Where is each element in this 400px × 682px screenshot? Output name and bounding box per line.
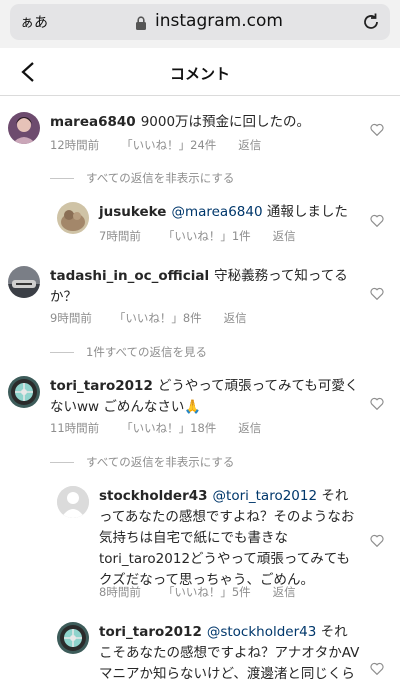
toggle-replies-label: すべての返信を非表示にする: [86, 455, 235, 469]
browser-bar: ぁあ instagram.com: [0, 0, 400, 48]
reply-time: 7時間前: [99, 229, 141, 243]
page-title: コメント: [169, 65, 230, 83]
reply-username[interactable]: stockholder43: [99, 488, 208, 504]
comment-username[interactable]: marea6840: [50, 114, 136, 130]
like-heart-icon[interactable]: [370, 395, 384, 414]
avatar[interactable]: [57, 202, 89, 234]
like-heart-icon[interactable]: [370, 285, 384, 304]
reload-icon[interactable]: [360, 11, 382, 37]
comment-likes[interactable]: 「いいね！」24件: [121, 137, 216, 153]
reply-meta: 8時間前 「いいね！」5件 返信: [99, 584, 296, 600]
reply-text: stockholder43 @tori_taro2012 それってあなたの感想です…: [99, 486, 361, 591]
toggle-replies[interactable]: すべての返信を非表示にする: [50, 454, 234, 470]
text-size-button[interactable]: ぁあ: [20, 12, 48, 32]
toggle-replies[interactable]: すべての返信を非表示にする: [50, 170, 234, 186]
comment-username[interactable]: tadashi_in_oc_official: [50, 268, 209, 284]
toggle-divider: [50, 351, 74, 353]
avatar[interactable]: [8, 376, 40, 408]
comment-likes[interactable]: 「いいね！」8件: [114, 310, 202, 326]
reply-button[interactable]: 返信: [273, 584, 296, 600]
like-heart-icon[interactable]: [370, 660, 384, 679]
like-heart-icon[interactable]: [370, 121, 384, 140]
toggle-divider: [50, 461, 74, 463]
toggle-divider: [50, 177, 74, 179]
comment-text: marea6840 9000万は預金に回したの。: [50, 112, 360, 133]
comments-header: コメント: [0, 48, 400, 96]
reply-mention[interactable]: @tori_taro2012: [213, 488, 318, 504]
comment-body: 9000万は預金に回したの。: [140, 114, 311, 130]
comment-meta: 9時間前 「いいね！」8件 返信: [50, 310, 247, 326]
like-heart-icon[interactable]: [370, 212, 384, 231]
reply-button[interactable]: 返信: [238, 137, 261, 153]
reply-text: jusukeke @marea6840 通報しました: [99, 202, 361, 223]
reply-mention[interactable]: @marea6840: [171, 204, 262, 220]
avatar[interactable]: [8, 112, 40, 144]
reply-button[interactable]: 返信: [273, 228, 296, 244]
comment-meta: 12時間前 「いいね！」24件 返信: [50, 137, 261, 153]
comment-time: 12時間前: [50, 138, 100, 152]
avatar[interactable]: [8, 266, 40, 298]
reply-username[interactable]: jusukeke: [99, 204, 166, 220]
comment-meta: 11時間前 「いいね！」18件 返信: [50, 420, 261, 436]
reply-time: 8時間前: [99, 585, 141, 599]
address-bar[interactable]: ぁあ instagram.com: [10, 4, 390, 40]
reply-body: 通報しました: [262, 204, 348, 220]
reply-likes[interactable]: 「いいね！」5件: [163, 584, 251, 600]
comment-username[interactable]: tori_taro2012: [50, 378, 153, 394]
default-avatar-icon[interactable]: [57, 486, 89, 518]
reply-meta: 7時間前 「いいね！」1件 返信: [99, 228, 296, 244]
lock-icon: [135, 15, 147, 34]
comment-likes[interactable]: 「いいね！」18件: [121, 420, 216, 436]
reply-likes[interactable]: 「いいね！」1件: [163, 228, 251, 244]
comment-text: tadashi_in_oc_official 守秘義務って知ってるか？: [50, 266, 365, 308]
comment-text: tori_taro2012 どうやって頑張ってみても可愛くないww ごめんなさい🙏: [50, 376, 365, 418]
reply-button[interactable]: 返信: [224, 310, 247, 326]
comment-time: 9時間前: [50, 311, 92, 325]
reply-mention[interactable]: @stockholder43: [207, 624, 317, 640]
comment-time: 11時間前: [50, 421, 100, 435]
url-domain: instagram.com: [155, 11, 283, 31]
like-heart-icon[interactable]: [370, 532, 384, 551]
reply-username[interactable]: tori_taro2012: [99, 624, 202, 640]
view-replies-label: 1件すべての返信を見る: [86, 345, 208, 359]
avatar[interactable]: [57, 622, 89, 654]
reply-button[interactable]: 返信: [238, 420, 261, 436]
toggle-replies-label: すべての返信を非表示にする: [86, 171, 235, 185]
reply-text: tori_taro2012 @stockholder43 それこそあなたの感想です…: [99, 622, 361, 682]
view-replies[interactable]: 1件すべての返信を見る: [50, 344, 207, 360]
